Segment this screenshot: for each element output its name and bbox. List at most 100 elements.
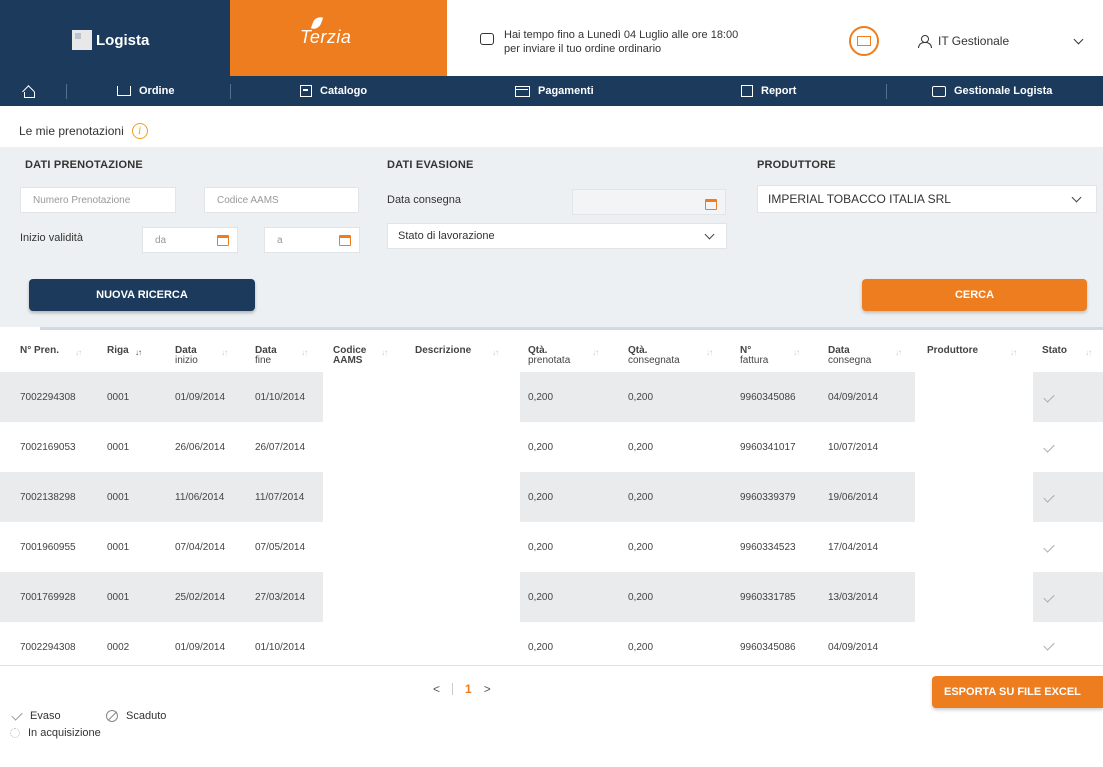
table-row[interactable]: 7002294308 0001 01/09/2014 01/10/2014 0,… [0, 372, 1103, 422]
cell-riga: 0001 [107, 591, 130, 603]
cell-pren: 7002294308 [20, 391, 76, 403]
nav-pagamenti[interactable]: Pagamenti [515, 76, 594, 106]
cell-fattura: 9960331785 [740, 591, 796, 603]
legend-scaduto: Scaduto [106, 710, 166, 722]
chevron-down-icon[interactable] [1073, 34, 1084, 45]
table-row[interactable]: 7001960955 0001 07/04/2014 07/05/2014 0,… [0, 522, 1103, 572]
col-produttore[interactable]: Produttore [927, 346, 978, 356]
cell-qta-consegnata: 0,200 [628, 591, 654, 603]
section-produttore: PRODUTTORE [757, 159, 836, 171]
col-data-fine[interactable]: Data fine [255, 346, 277, 366]
codice-aams-input[interactable]: Codice AAMS [204, 187, 359, 213]
sort-icon[interactable]: ↓↑ [592, 348, 599, 357]
table-header: N° Pren. ↓↑ Riga ↓↑ Data inizio ↓↑ Data … [0, 336, 1103, 372]
section-dati-evasione: DATI EVASIONE [387, 159, 474, 171]
cell-blank [915, 472, 1033, 522]
sort-icon[interactable]: ↓↑ [301, 348, 308, 357]
cell-pren: 7001960955 [20, 541, 76, 553]
user-menu[interactable]: IT Gestionale [918, 34, 1009, 48]
date-to-placeholder: a [277, 234, 283, 246]
next-page-button[interactable]: > [484, 682, 491, 696]
nav-gestionale-label: Gestionale Logista [954, 85, 1053, 97]
produttore-select[interactable]: IMPERIAL TOBACCO ITALIA SRL [757, 185, 1097, 213]
data-consegna-label: Data consegna [387, 194, 461, 206]
col-data-fine-l2: fine [255, 355, 272, 366]
col-fattura[interactable]: N° fattura [740, 346, 768, 366]
credit-card-icon [515, 85, 530, 97]
cell-blank [323, 372, 520, 422]
col-codice-aams[interactable]: Codice AAMS [333, 346, 366, 366]
table-row[interactable]: 7002138298 0001 11/06/2014 11/07/2014 0,… [0, 472, 1103, 522]
check-icon [1043, 491, 1055, 503]
nav-gestionale[interactable]: Gestionale Logista [932, 76, 1052, 106]
mail-button[interactable] [849, 26, 879, 56]
col-qta-prenotata[interactable]: Qtà. prenotata [528, 346, 570, 366]
col-riga[interactable]: Riga [107, 346, 129, 356]
sort-icon[interactable]: ↓↑ [135, 348, 142, 357]
date-from-placeholder: da [155, 234, 167, 246]
terzia-logo-block[interactable]: Terzia [230, 0, 447, 86]
nuova-ricerca-button[interactable]: NUOVA RICERCA [29, 279, 255, 311]
logista-logo-block[interactable]: Logista [0, 0, 230, 86]
data-consegna-input[interactable] [572, 189, 726, 215]
cell-data-consegna: 19/06/2014 [828, 491, 879, 503]
check-icon [1043, 541, 1055, 553]
nav-home[interactable] [22, 76, 35, 106]
sort-icon[interactable]: ↓↑ [75, 348, 82, 357]
numero-prenotazione-input[interactable]: Numero Prenotazione [20, 187, 176, 213]
current-page[interactable]: 1 [465, 682, 472, 696]
sort-icon[interactable]: ↓↑ [1085, 348, 1092, 357]
page-title: Le mie prenotazioni i [19, 123, 148, 139]
cell-data-inizio: 26/06/2014 [175, 441, 226, 453]
col-descrizione[interactable]: Descrizione [415, 346, 471, 356]
table-row[interactable]: 7002169053 0001 26/06/2014 26/07/2014 0,… [0, 422, 1103, 472]
sort-icon[interactable]: ↓↑ [706, 348, 713, 357]
nav-report-label: Report [761, 85, 797, 97]
col-data-consegna[interactable]: Data consegna [828, 346, 871, 366]
legend-acquisizione: In acquisizione [10, 727, 101, 739]
cell-data-consegna: 17/04/2014 [828, 541, 879, 553]
nav-ordine[interactable]: Ordine [117, 76, 174, 106]
nav-divider [230, 84, 231, 99]
calendar-icon[interactable] [217, 235, 229, 246]
table-row[interactable]: 7001769928 0001 25/02/2014 27/03/2014 0,… [0, 572, 1103, 622]
cell-fattura: 9960334523 [740, 541, 796, 553]
sort-icon[interactable]: ↓↑ [221, 348, 228, 357]
stato-lavorazione-select[interactable]: Stato di lavorazione [387, 223, 727, 249]
calendar-icon[interactable] [339, 235, 351, 246]
col-data-inizio[interactable]: Data inizio [175, 346, 198, 366]
cell-data-consegna: 13/03/2014 [828, 591, 879, 603]
cell-blank [915, 372, 1033, 422]
col-qta-pren-l2: prenotata [528, 355, 571, 366]
cell-fattura: 9960345086 [740, 391, 796, 403]
check-icon [1043, 639, 1055, 651]
col-qta-consegnata[interactable]: Qtà. consegnata [628, 346, 680, 366]
stato-lavorazione-value: Stato di lavorazione [398, 230, 495, 242]
cell-qta-prenotata: 0,200 [528, 391, 554, 403]
sort-icon[interactable]: ↓↑ [793, 348, 800, 357]
info-icon[interactable]: i [131, 123, 148, 139]
sort-icon[interactable]: ↓↑ [492, 348, 499, 357]
sort-icon[interactable]: ↓↑ [895, 348, 902, 357]
sort-icon[interactable]: ↓↑ [1010, 348, 1017, 357]
cell-qta-consegnata: 0,200 [628, 391, 654, 403]
logista-logo: Logista [72, 30, 149, 50]
sort-icon[interactable]: ↓↑ [381, 348, 388, 357]
cart-icon [117, 86, 131, 96]
col-stato[interactable]: Stato [1042, 346, 1067, 356]
nav-report[interactable]: Report [741, 76, 796, 106]
nav-pagamenti-label: Pagamenti [538, 85, 594, 97]
col-pren[interactable]: N° Pren. [20, 346, 59, 356]
nav-catalogo[interactable]: Catalogo [300, 76, 367, 106]
legend-acquisizione-label: In acquisizione [28, 727, 101, 739]
chat-icon [480, 33, 494, 45]
prev-page-button[interactable]: < [433, 682, 440, 696]
cell-blank [323, 572, 520, 622]
cerca-button[interactable]: CERCA [862, 279, 1087, 311]
export-excel-button[interactable]: ESPORTA SU FILE EXCEL [932, 676, 1103, 708]
cell-riga: 0001 [107, 391, 130, 403]
check-icon [1043, 591, 1055, 603]
calendar-icon[interactable] [705, 199, 717, 210]
cell-data-fine: 01/10/2014 [255, 391, 306, 403]
check-icon [1043, 391, 1055, 403]
